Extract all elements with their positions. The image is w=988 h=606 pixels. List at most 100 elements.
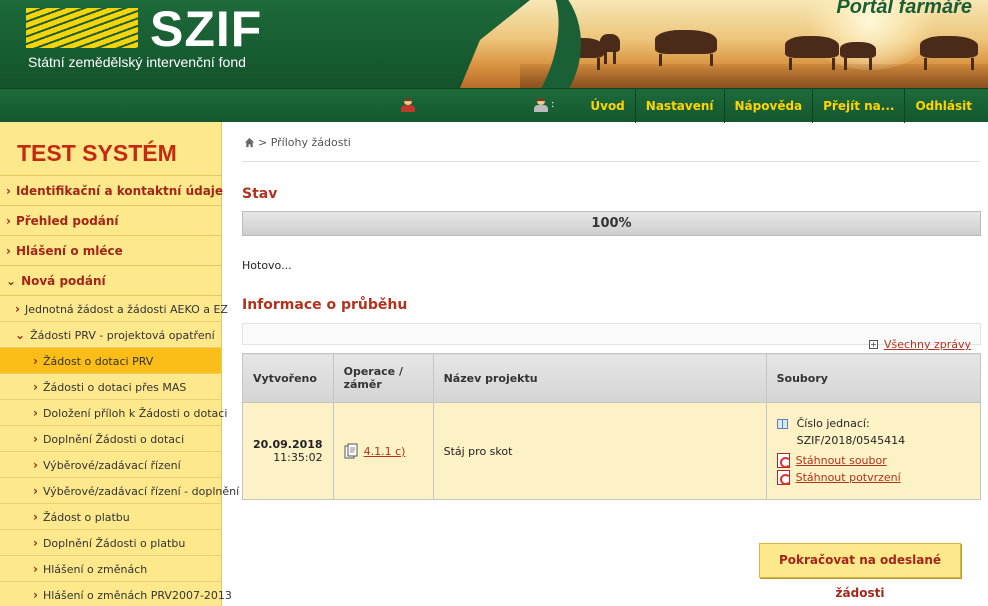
col-header-operace: Operace / záměr — [332, 353, 434, 403]
sidebar-item-prehled-podani[interactable]: › Přehled podání — [0, 206, 221, 236]
sidebar-item-jednotna-zadost[interactable]: › Jednotná žádost a žádosti AEKO a EZ — [0, 296, 228, 322]
top-navbar: : Úvod Nastavení Nápověda Přejít na... O… — [0, 88, 988, 123]
col-header-soubory: Soubory — [765, 353, 982, 403]
sidebar-item-label: Žádosti o dotaci přes MAS — [42, 381, 187, 394]
sidebar-item-hlaseni-o-zmenach-prv2007[interactable]: › Hlášení o změnách PRV2007-2013 — [0, 582, 232, 606]
nav-link-napoveda[interactable]: Nápověda — [723, 89, 813, 123]
chevron-down-icon: ⌄ — [6, 274, 17, 288]
info-heading: Informace o průběhu — [242, 297, 408, 313]
nav-links: Úvod Nastavení Nápověda Přejít na... Odh… — [580, 89, 982, 123]
sidebar-item-dolozeni-priloh[interactable]: › Doložení příloh k Žádosti o dotaci — [0, 400, 227, 426]
cow-silhouette — [840, 42, 876, 70]
sidebar-item-label: Výběrové/zadávací řízení — [42, 459, 181, 472]
nav-link-prejit-na[interactable]: Přejít na... — [812, 89, 904, 123]
nav-link-nastaveni[interactable]: Nastavení — [634, 89, 724, 123]
chevron-right-icon: › — [33, 458, 38, 472]
chevron-right-icon: › — [33, 588, 38, 602]
sidebar-item-zadost-o-platbu[interactable]: › Žádost o platbu — [0, 504, 221, 530]
sidebar-item-label: Hlášení o mléce — [15, 244, 123, 258]
expand-plus-icon[interactable]: + — [868, 340, 878, 349]
continue-to-submitted-button[interactable]: Pokračovat na odeslané žádosti — [759, 543, 961, 600]
sidebar-item-label: Přehled podání — [15, 214, 119, 228]
reference-number: Číslo jednací: SZIF/2018/0545414 — [776, 417, 970, 447]
download-confirmation-link[interactable]: Stáhnout potvrzení — [796, 470, 901, 485]
chevron-right-icon: › — [33, 562, 38, 576]
sidebar-item-label: Žádost o dotaci PRV — [42, 355, 154, 368]
chevron-right-icon: › — [33, 432, 38, 446]
col-header-vytvoreno: Vytvořeno — [242, 353, 334, 403]
operation-cell: 4.1.1 c) — [332, 402, 434, 500]
status-heading: Stav — [242, 186, 278, 202]
sidebar-item-vyberove-rizeni-doplneni[interactable]: › Výběrové/zadávací řízení - doplnění — [0, 478, 239, 504]
chevron-right-icon: › — [33, 354, 38, 368]
breadcrumb: > Přílohy žádosti — [244, 136, 351, 149]
files-cell: Číslo jednací: SZIF/2018/0545414 Stáhnou… — [765, 402, 982, 500]
sidebar-item-label: Hlášení o změnách — [42, 563, 148, 576]
sidebar-item-identifikacni-udaje[interactable]: › Identifikační a kontaktní údaje — [0, 176, 224, 206]
chevron-right-icon: › — [6, 184, 11, 198]
chevron-right-icon: › — [33, 536, 38, 550]
sidebar-item-doplneni-zadosti-o-platbu[interactable]: › Doplnění Žádosti o platbu — [0, 530, 221, 556]
col-header-nazev-projektu: Název projektu — [432, 353, 767, 403]
user-name-text: : — [551, 99, 555, 110]
progress-label: 100% — [591, 216, 632, 231]
download-file-link[interactable]: Stáhnout soubor — [796, 453, 887, 468]
sidebar-item-label: Hlášení o změnách PRV2007-2013 — [42, 589, 232, 602]
chevron-right-icon: › — [33, 484, 38, 498]
cow-silhouette — [655, 30, 717, 66]
reference-label: Číslo jednací: — [796, 417, 870, 430]
table-header-row: Vytvořeno Operace / záměr Název projektu… — [242, 353, 982, 403]
pdf-icon — [776, 470, 791, 485]
created-cell: 20.09.2018 11:35:02 — [242, 402, 334, 500]
all-messages-link[interactable]: Všechny zprávy — [884, 338, 971, 351]
operation-text[interactable]: 4.1.1 c) — [364, 445, 406, 458]
download-confirmation-row[interactable]: Stáhnout potvrzení — [776, 470, 970, 485]
table-row: 20.09.2018 11:35:02 4.1.1 c) Stáj pro sk… — [242, 402, 982, 500]
sidebar-item-label: Výběrové/zadávací řízení - doplnění — [42, 485, 240, 498]
all-messages-toggle[interactable]: + Všechny zprávy — [868, 338, 971, 351]
progress-bar: 100% — [242, 211, 981, 236]
sidebar-item-zadosti-pres-mas[interactable]: › Žádosti o dotaci přes MAS — [0, 374, 221, 400]
sidebar-item-nova-podani[interactable]: ⌄ Nová podání — [0, 266, 221, 296]
site-header: SZIF Státní zemědělský intervenční fond … — [0, 0, 988, 88]
sidebar-item-zadost-o-dotaci-prv[interactable]: › Žádost o dotaci PRV — [0, 348, 221, 374]
cow-silhouette — [785, 36, 839, 70]
project-name-cell: Stáj pro skot — [432, 402, 767, 500]
nav-link-uvod[interactable]: Úvod — [580, 89, 634, 123]
sidebar-item-label: Žádost o platbu — [42, 511, 130, 524]
logo-text: SZIF — [150, 1, 263, 57]
cow-silhouette — [920, 36, 978, 70]
reference-value: SZIF/2018/0545414 — [796, 434, 906, 447]
main-content: > Přílohy žádosti Stav 100% Hotovo... In… — [242, 122, 982, 606]
status-text: Hotovo... — [242, 259, 292, 272]
sidebar-item-doplneni-zadosti-o-dotaci[interactable]: › Doplnění Žádosti o dotaci — [0, 426, 221, 452]
sidebar-item-hlaseni-o-mlece[interactable]: › Hlášení o mléce — [0, 236, 221, 266]
download-file-row[interactable]: Stáhnout soubor — [776, 453, 970, 468]
document-edit-icon — [344, 443, 358, 459]
files-table: Vytvořeno Operace / záměr Název projektu… — [242, 353, 982, 500]
sidebar-title: TEST SYSTÉM — [0, 122, 221, 176]
sidebar-item-zadosti-prv[interactable]: ⌄ Žádosti PRV - projektová opatření — [0, 322, 221, 348]
sidebar-item-label: Identifikační a kontaktní údaje — [15, 184, 224, 198]
sidebar-item-label: Žádosti PRV - projektová opatření — [30, 329, 215, 342]
sidebar-item-hlaseni-o-zmenach[interactable]: › Hlášení o změnách — [0, 556, 221, 582]
logo-subtitle: Státní zemědělský intervenční fond — [28, 54, 246, 70]
book-icon — [776, 419, 788, 429]
chevron-down-icon: ⌄ — [15, 328, 26, 342]
chevron-right-icon: › — [6, 244, 11, 258]
chevron-right-icon: › — [6, 214, 11, 228]
home-icon[interactable] — [244, 137, 255, 148]
sidebar-item-label: Nová podání — [21, 274, 106, 288]
nav-link-odhlasit[interactable]: Odhlásit — [904, 89, 982, 123]
portal-title: Portál farmáře — [836, 0, 972, 18]
created-time: 11:35:02 — [273, 451, 323, 464]
user-icon — [401, 98, 415, 112]
breadcrumb-current: > Přílohy žádosti — [258, 136, 351, 149]
chevron-right-icon: › — [33, 380, 38, 394]
sidebar-item-label: Doplnění Žádosti o platbu — [42, 537, 186, 550]
sidebar-item-label: Doložení příloh k Žádosti o dotaci — [42, 407, 228, 420]
szif-logo-icon — [26, 8, 138, 48]
sidebar-item-vyberove-rizeni[interactable]: › Výběrové/zadávací řízení — [0, 452, 221, 478]
operation-link[interactable]: 4.1.1 c) — [344, 443, 423, 459]
breadcrumb-divider — [242, 161, 980, 162]
